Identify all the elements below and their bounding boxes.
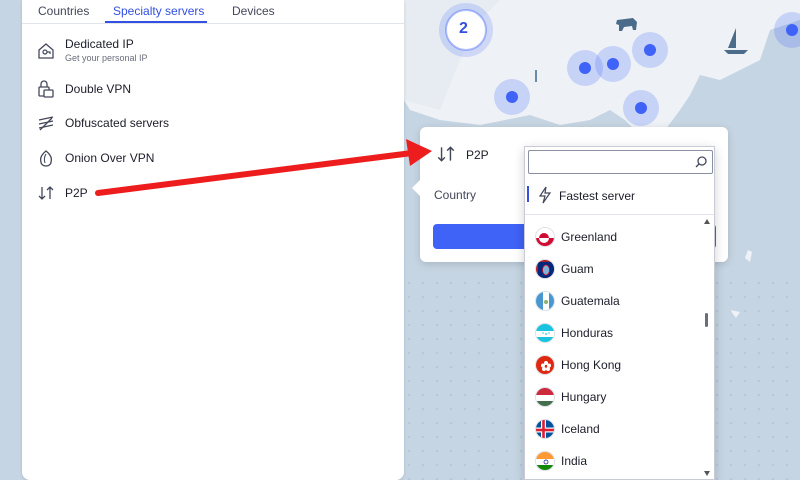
country-option-greenland[interactable]: Greenland <box>525 221 705 253</box>
country-option-iceland[interactable]: Iceland <box>525 413 705 445</box>
country-option-guam[interactable]: Guam <box>525 253 705 285</box>
india-flag-icon <box>535 451 555 471</box>
country-name: Iceland <box>561 422 600 436</box>
fastest-server-label: Fastest server <box>559 189 636 203</box>
dropdown-divider <box>525 214 714 215</box>
tab-devices[interactable]: Devices <box>232 4 275 18</box>
country-name: Guam <box>561 262 594 276</box>
dedicated-ip-label: Dedicated IP <box>65 37 134 51</box>
menu-item-p2p[interactable]: P2P <box>22 176 404 210</box>
greenland-flag-icon <box>535 227 555 247</box>
home-key-icon <box>36 41 56 61</box>
dedicated-ip-sublabel: Get your personal IP <box>65 53 148 63</box>
country-option-hungary[interactable]: Hungary <box>525 381 705 413</box>
double-lock-icon <box>36 79 56 99</box>
country-option-hong-kong[interactable]: Hong Kong <box>525 349 705 381</box>
country-option-guatemala[interactable]: Guatemala <box>525 285 705 317</box>
iceland-flag-icon <box>535 419 555 439</box>
menu-item-double-vpn[interactable]: Double VPN <box>22 72 404 106</box>
search-icon[interactable] <box>694 155 708 169</box>
onion-over-vpn-label: Onion Over VPN <box>65 151 155 165</box>
hong-kong-flag-icon <box>535 355 555 375</box>
menu-item-obfuscated-servers[interactable]: Obfuscated servers <box>22 106 404 140</box>
honduras-flag-icon <box>535 323 555 343</box>
guam-flag-icon <box>535 259 555 279</box>
p2p-arrows-icon <box>36 183 56 203</box>
selected-indicator <box>527 186 529 202</box>
country-name: India <box>561 454 588 468</box>
obfuscated-icon <box>36 113 56 133</box>
scrollbar-thumb[interactable] <box>705 313 708 327</box>
map-cluster-count[interactable]: 2 <box>459 20 468 38</box>
card-title: P2P <box>466 148 489 162</box>
tab-bar: Countries Specialty servers Devices <box>22 0 404 24</box>
double-vpn-label: Double VPN <box>65 82 132 96</box>
specialty-servers-panel: Countries Specialty servers Devices Dedi… <box>22 0 404 480</box>
country-name: Hungary <box>561 390 607 404</box>
country-label: Country <box>434 188 477 202</box>
country-name: Hong Kong <box>561 358 622 372</box>
obfuscated-servers-label: Obfuscated servers <box>65 116 170 130</box>
tab-countries[interactable]: Countries <box>38 4 89 18</box>
p2p-arrows-icon <box>436 144 456 164</box>
country-option-india[interactable]: India <box>525 445 705 477</box>
active-tab-indicator <box>105 21 207 23</box>
country-name: Greenland <box>561 230 618 244</box>
country-dropdown[interactable]: Fastest server Greenland Guam Guatemala … <box>524 146 715 480</box>
menu-item-dedicated-ip[interactable]: Dedicated IP Get your personal IP <box>22 34 404 68</box>
country-name: Honduras <box>561 326 614 340</box>
country-option-honduras[interactable]: Honduras <box>525 317 705 349</box>
country-search-input[interactable] <box>528 150 713 174</box>
fastest-server-option[interactable]: Fastest server <box>525 179 714 211</box>
tab-specialty-servers[interactable]: Specialty servers <box>113 4 204 18</box>
p2p-label: P2P <box>65 186 88 200</box>
hungary-flag-icon <box>535 387 555 407</box>
lightning-icon <box>537 186 553 204</box>
country-name: Guatemala <box>561 294 620 308</box>
onion-icon <box>36 148 56 168</box>
menu-item-onion-over-vpn[interactable]: Onion Over VPN <box>22 141 404 175</box>
guatemala-flag-icon <box>535 291 555 311</box>
